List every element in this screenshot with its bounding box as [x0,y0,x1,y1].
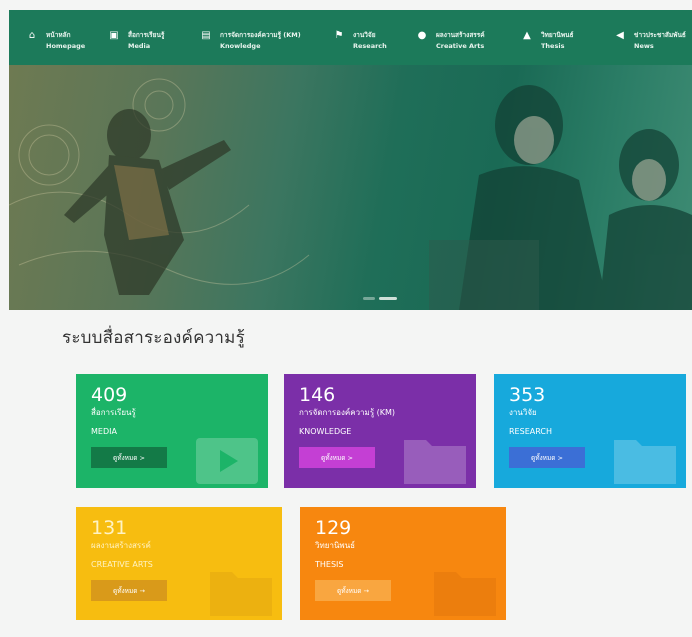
card-title-th: วิทยานิพนธ์ [315,541,356,550]
flag-icon: ⚑ [334,30,344,41]
card-count: 131 [91,517,128,539]
nav-item-news[interactable]: ◀ ข่าวประชาสัมพันธ์ News [612,24,686,58]
nav-label: หน้าหลัก Homepage [46,31,86,50]
play-icon [196,438,258,484]
slider-dot-active[interactable] [379,297,397,300]
card-title-en: KNOWLEDGE [299,427,352,436]
card-title-en: CREATIVE ARTS [91,560,153,569]
view-all-button[interactable]: ดูทั้งหมด > [299,447,375,468]
folder-icon [614,440,676,484]
nav-label: งานวิจัย Research [353,31,387,50]
card-count: 129 [315,517,352,539]
folder-icon [210,572,272,616]
hero-banner [9,65,692,310]
nav-label: ผลงานสร้างสรรค์ Creative Arts [436,31,485,50]
card-count: 146 [299,384,336,406]
card-title-en: RESEARCH [509,427,552,436]
nav-item-creative-arts[interactable]: ● ผลงานสร้างสรรค์ Creative Arts [414,24,485,58]
graduation-cap-icon: ▲ [523,30,531,41]
view-all-button[interactable]: ดูทั้งหมด > [91,447,167,468]
nav-label: การจัดการองค์ความรู้ (KM) Knowledge [220,31,301,50]
card-title-en: THESIS [315,560,344,569]
book-icon: ▤ [201,30,211,41]
folder-icon [434,572,496,616]
section-title: ระบบสื่อสาระองค์ความรู้ [62,328,245,348]
card-title-th: ผลงานสร้างสรรค์ [91,541,151,550]
view-all-button[interactable]: ดูทั้งหมด → [315,580,391,601]
nav-item-homepage[interactable]: ⌂ หน้าหลัก Homepage [24,24,85,58]
view-all-button[interactable]: ดูทั้งหมด > [509,447,585,468]
folder-icon [404,440,466,484]
megaphone-icon: ◀ [616,30,624,41]
pin-icon: ● [417,30,427,41]
card-thesis[interactable]: 129 วิทยานิพนธ์ THESIS ดูทั้งหมด → [300,507,506,620]
nav-item-research[interactable]: ⚑ งานวิจัย Research [331,24,387,58]
card-media[interactable]: 409 สื่อการเรียนรู้ MEDIA ดูทั้งหมด > [76,374,268,488]
card-count: 409 [91,384,128,406]
card-knowledge[interactable]: 146 การจัดการองค์ความรู้ (KM) KNOWLEDGE … [284,374,476,488]
home-icon: ⌂ [28,30,36,41]
nav-label: วิทยานิพนธ์ Thesis [541,31,574,50]
slider-dot[interactable] [363,297,375,300]
card-research[interactable]: 353 งานวิจัย RESEARCH ดูทั้งหมด > [494,374,686,488]
nav-label: สื่อการเรียนรู้ Media [128,31,165,50]
nav-item-knowledge[interactable]: ▤ การจัดการองค์ความรู้ (KM) Knowledge [198,24,301,58]
hero-illustration [9,78,692,310]
nav-item-thesis[interactable]: ▲ วิทยานิพนธ์ Thesis [519,24,574,58]
card-count: 353 [509,384,546,406]
media-icon: ▣ [109,30,119,41]
top-nav: ⌂ หน้าหลัก Homepage ▣ สื่อการเรียนรู้ Medi… [9,10,692,65]
view-all-button[interactable]: ดูทั้งหมด → [91,580,167,601]
card-title-th: สื่อการเรียนรู้ [91,408,136,417]
nav-item-media[interactable]: ▣ สื่อการเรียนรู้ Media [106,24,164,58]
card-title-en: MEDIA [91,427,117,436]
card-title-th: งานวิจัย [509,408,537,417]
card-title-th: การจัดการองค์ความรู้ (KM) [299,408,396,417]
nav-label: ข่าวประชาสัมพันธ์ News [634,31,686,50]
card-creative-arts[interactable]: 131 ผลงานสร้างสรรค์ CREATIVE ARTS ดูทั้ง… [76,507,282,620]
